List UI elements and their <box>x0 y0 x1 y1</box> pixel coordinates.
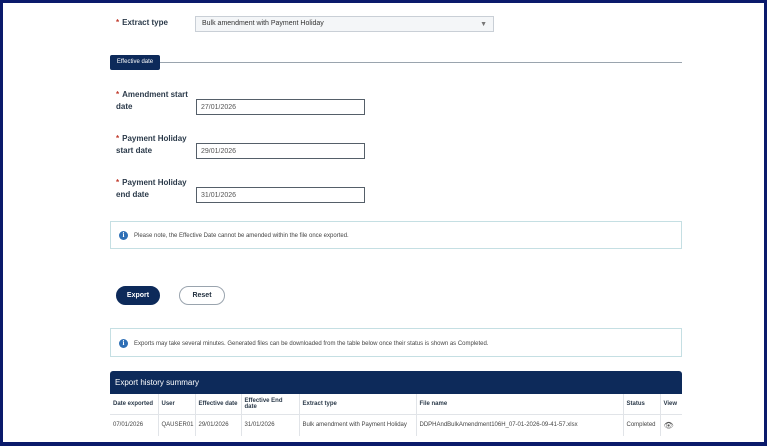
reset-button[interactable]: Reset <box>179 286 225 305</box>
column-header: View <box>660 394 682 415</box>
column-header[interactable]: Date exported <box>110 394 159 415</box>
export-history-panel: Export history summary Date exported Use… <box>110 371 682 437</box>
extract-type-select[interactable]: Bulk amendment with Payment Holiday ▼ <box>195 16 494 32</box>
effective-date-section-tab: Effective date <box>110 55 160 70</box>
required-marker: * <box>116 18 120 27</box>
extract-type-label: * Extract type <box>116 18 168 27</box>
effective-date-note-text: Please note, the Effective Date cannot b… <box>134 233 349 239</box>
column-header[interactable]: File name <box>416 394 624 415</box>
table-header-row: Date exported User Effective date Effect… <box>110 394 682 415</box>
table-row: 07/01/2026 QAUSER01 29/01/2026 31/01/202… <box>110 414 682 436</box>
section-divider <box>160 62 682 63</box>
amendment-start-date-input[interactable] <box>196 99 365 115</box>
column-header[interactable]: Effective End date <box>241 394 300 415</box>
eye-icon[interactable]: 👁 <box>664 421 674 430</box>
holiday-start-date-label: * Payment Holiday start date <box>116 134 187 155</box>
view-cell[interactable]: 👁 <box>660 414 682 436</box>
holiday-end-date-input[interactable] <box>196 187 365 203</box>
extract-type-cell: Bulk amendment with Payment Holiday <box>299 414 417 436</box>
date-exported-cell: 07/01/2026 <box>110 414 159 436</box>
file-name-cell: DDPHAndBulkAmendment106H_07-01-2026-09-4… <box>416 414 624 436</box>
export-history-table: Date exported User Effective date Effect… <box>110 394 682 436</box>
status-cell: Completed <box>623 414 661 436</box>
column-header[interactable]: Effective date <box>195 394 242 415</box>
effective-date-note: i Please note, the Effective Date cannot… <box>110 221 682 249</box>
holiday-start-date-input[interactable] <box>196 143 365 159</box>
extract-type-value: Bulk amendment with Payment Holiday <box>202 20 324 27</box>
exports-info-text: Exports may take several minutes. Genera… <box>134 341 489 347</box>
column-header[interactable]: User <box>158 394 196 415</box>
exports-info-note: i Exports may take several minutes. Gene… <box>110 328 682 357</box>
holiday-end-date-label: * Payment Holiday end date <box>116 178 187 199</box>
column-header[interactable]: Extract type <box>299 394 417 415</box>
export-button[interactable]: Export <box>116 286 160 305</box>
amendment-start-date-label: * Amendment start date <box>116 90 188 111</box>
column-header[interactable]: Status <box>623 394 661 415</box>
export-history-title: Export history summary <box>110 371 682 394</box>
user-cell: QAUSER01 <box>158 414 196 436</box>
info-icon: i <box>119 231 128 240</box>
effective-end-date-cell: 31/01/2026 <box>241 414 300 436</box>
effective-date-cell: 29/01/2026 <box>195 414 242 436</box>
info-icon: i <box>119 339 128 348</box>
chevron-down-icon: ▼ <box>480 21 487 28</box>
